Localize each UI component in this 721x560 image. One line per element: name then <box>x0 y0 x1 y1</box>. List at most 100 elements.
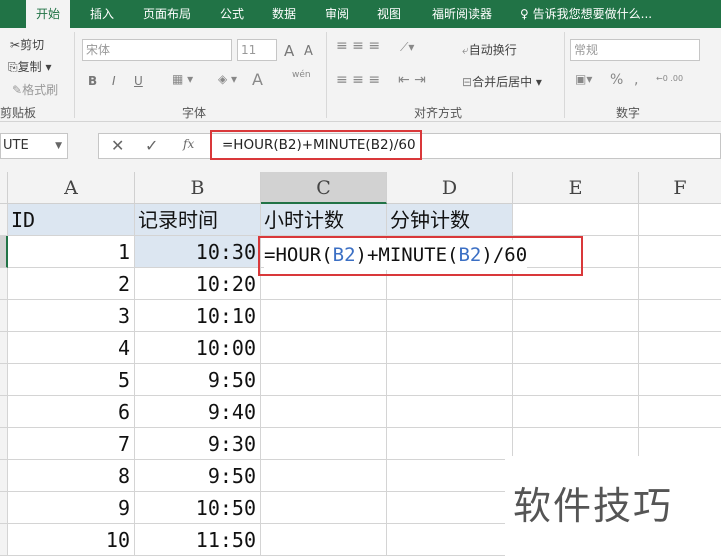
cell[interactable] <box>513 204 639 236</box>
name-box[interactable]: UTE ▼ <box>0 133 68 159</box>
font-size-select[interactable]: 11 <box>237 39 277 61</box>
id-cell[interactable]: 5 <box>8 364 135 396</box>
font-name-select[interactable]: 宋体 <box>82 39 232 61</box>
border-icon[interactable]: ▦ ▾ <box>172 72 193 86</box>
cell[interactable] <box>261 364 387 396</box>
select-all-corner[interactable] <box>0 172 8 204</box>
header-cell[interactable]: ID <box>8 204 135 236</box>
shrink-font-button[interactable]: A <box>304 44 313 59</box>
column-header-e[interactable]: E <box>513 172 639 204</box>
column-header-b[interactable]: B <box>135 172 261 204</box>
chevron-down-icon[interactable]: ▼ <box>55 134 62 158</box>
top-align-icon[interactable]: ≡ ≡ ≡ <box>336 38 380 54</box>
decimal-icon[interactable]: ←0 .00 <box>656 74 683 83</box>
number-format-select[interactable]: 常规 <box>570 39 700 61</box>
row-header[interactable] <box>0 460 8 492</box>
cell[interactable] <box>639 268 721 300</box>
row-header[interactable] <box>0 204 8 236</box>
column-header-a[interactable]: A <box>8 172 135 204</box>
cell[interactable] <box>261 332 387 364</box>
enter-check-icon[interactable]: ✓ <box>145 136 158 155</box>
id-cell[interactable]: 9 <box>8 492 135 524</box>
time-cell[interactable]: 10:10 <box>135 300 261 332</box>
cell[interactable] <box>639 364 721 396</box>
id-cell[interactable]: 6 <box>8 396 135 428</box>
row-header[interactable] <box>0 268 8 300</box>
id-cell[interactable]: 2 <box>8 268 135 300</box>
column-header-f[interactable]: F <box>639 172 721 204</box>
id-cell[interactable]: 7 <box>8 428 135 460</box>
row-header[interactable] <box>0 332 8 364</box>
copy-button[interactable]: ⎘复制 ▾ <box>8 58 51 75</box>
cell[interactable] <box>513 364 639 396</box>
row-header[interactable] <box>0 364 8 396</box>
cell[interactable] <box>261 428 387 460</box>
italic-button[interactable]: I <box>112 74 116 88</box>
time-cell[interactable]: 10:00 <box>135 332 261 364</box>
cell[interactable] <box>387 300 513 332</box>
tab-data[interactable]: 数据 <box>272 0 296 28</box>
time-cell[interactable]: 9:30 <box>135 428 261 460</box>
tab-home[interactable]: 开始 <box>26 0 71 28</box>
cell-edit-formula[interactable]: =HOUR(B2)+MINUTE(B2)/60 <box>264 240 528 270</box>
cell[interactable] <box>513 396 639 428</box>
cell[interactable] <box>639 332 721 364</box>
cell[interactable] <box>387 428 513 460</box>
cell[interactable] <box>261 300 387 332</box>
tab-foxit[interactable]: 福昕阅读器 <box>432 0 492 28</box>
row-header[interactable] <box>0 428 8 460</box>
grow-font-button[interactable]: A <box>284 42 294 60</box>
cell[interactable] <box>639 300 721 332</box>
cell[interactable] <box>387 396 513 428</box>
time-cell[interactable]: 10:20 <box>135 268 261 300</box>
header-cell[interactable]: 分钟计数 <box>387 204 513 236</box>
tab-formulas[interactable]: 公式 <box>220 0 244 28</box>
wrap-text-button[interactable]: ⤶自动换行 <box>462 41 517 58</box>
cut-button[interactable]: ✂剪切 <box>10 36 44 53</box>
cell[interactable] <box>639 204 721 236</box>
fill-color-icon[interactable]: ◈ ▾ <box>218 72 237 86</box>
merge-center-button[interactable]: ⊟合并后居中 ▾ <box>462 73 542 90</box>
id-cell[interactable]: 10 <box>8 524 135 556</box>
header-cell[interactable]: 记录时间 <box>135 204 261 236</box>
id-cell[interactable]: 1 <box>8 236 135 268</box>
cell[interactable] <box>639 396 721 428</box>
row-header[interactable] <box>0 396 8 428</box>
indent-icon[interactable]: ⇤ ⇥ <box>398 72 426 88</box>
tab-insert[interactable]: 插入 <box>90 0 114 28</box>
row-header[interactable] <box>0 492 8 524</box>
time-cell[interactable]: 9:50 <box>135 364 261 396</box>
cell[interactable] <box>387 332 513 364</box>
id-cell[interactable]: 3 <box>8 300 135 332</box>
comma-button[interactable]: , <box>634 72 638 88</box>
insert-function-icon[interactable]: fx <box>183 137 194 151</box>
tab-review[interactable]: 审阅 <box>325 0 349 28</box>
time-cell[interactable]: 11:50 <box>135 524 261 556</box>
underline-button[interactable]: U <box>134 74 143 88</box>
column-header-d[interactable]: D <box>387 172 513 204</box>
cell[interactable] <box>261 492 387 524</box>
tab-view[interactable]: 视图 <box>377 0 401 28</box>
id-cell[interactable]: 8 <box>8 460 135 492</box>
percent-button[interactable]: % <box>610 72 623 88</box>
cell[interactable] <box>513 332 639 364</box>
currency-icon[interactable]: ▣▾ <box>575 72 592 86</box>
font-color-button[interactable]: A <box>252 70 263 89</box>
tab-page-layout[interactable]: 页面布局 <box>143 0 191 28</box>
row-header[interactable] <box>0 524 8 556</box>
orientation-icon[interactable]: ⟋▾ <box>400 40 414 55</box>
time-cell[interactable]: 9:40 <box>135 396 261 428</box>
format-painter-button[interactable]: ✎格式刷 <box>12 81 58 98</box>
formula-text[interactable]: =HOUR(B2)+MINUTE(B2)/60 <box>210 130 422 160</box>
cell[interactable] <box>261 460 387 492</box>
cell[interactable] <box>387 364 513 396</box>
row-header[interactable] <box>0 236 8 268</box>
phonetic-button[interactable]: wén <box>292 70 311 80</box>
cell[interactable] <box>387 460 513 492</box>
time-cell[interactable]: 10:50 <box>135 492 261 524</box>
cell[interactable] <box>261 524 387 556</box>
tell-me-box[interactable]: ♀ 告诉我您想要做什么... <box>520 0 652 28</box>
cell[interactable] <box>261 396 387 428</box>
column-header-c[interactable]: C <box>261 172 387 204</box>
time-cell[interactable]: 9:50 <box>135 460 261 492</box>
